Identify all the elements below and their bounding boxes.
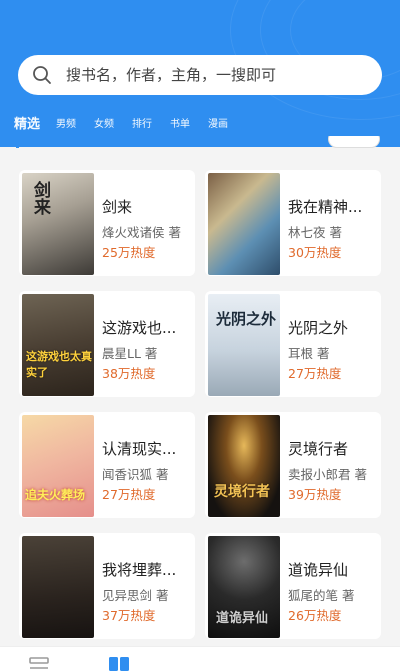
book-heat: 26万热度	[288, 608, 342, 623]
book-title: 道诡异仙	[288, 561, 349, 579]
book-card[interactable]: 道诡异仙 道诡异仙 狐尾的笔 著 26万热度	[205, 533, 381, 639]
cover-title: 灵境行者	[214, 484, 270, 500]
book-author: 见异思剑 著	[102, 588, 169, 603]
book-card[interactable]: 这游戏也太真实了 这游戏也... 晨星LL 著 38万热度	[19, 291, 195, 397]
book-title: 这游戏也...	[102, 319, 177, 337]
cover-title: 光阴之外	[216, 310, 277, 328]
book-title: 认清现实...	[102, 440, 177, 458]
book-card[interactable]: 追夫火葬场 认清现实... 闻香识狐 著 27万热度	[19, 412, 195, 518]
tab-booklist[interactable]: 书单	[170, 115, 190, 130]
more-button[interactable]	[328, 136, 380, 148]
book-heat: 37万热度	[102, 608, 156, 623]
book-card[interactable]: 我在精神... 林七夜 著 30万热度	[205, 170, 381, 276]
cover-title: 这游戏也太真实了	[26, 350, 92, 379]
book-heat: 30万热度	[288, 245, 342, 260]
tab-ranking[interactable]: 排行	[132, 115, 152, 130]
book-heat: 27万热度	[102, 487, 156, 502]
tab-featured[interactable]: 精选	[14, 113, 40, 132]
section-header-clipped	[16, 136, 386, 148]
cover-title: 剑来	[30, 181, 50, 215]
book-author: 狐尾的笔 著	[288, 588, 355, 603]
book-author: 卖报小郎君 著	[288, 467, 367, 482]
book-cover: 这游戏也太真实了	[22, 294, 94, 396]
book-author: 晨星LL 著	[102, 346, 158, 361]
book-title: 剑来	[102, 198, 133, 216]
book-cover: 灵境行者	[208, 415, 280, 517]
book-cover: 光阴之外	[208, 294, 280, 396]
bottom-nav	[0, 646, 400, 671]
book-cover	[208, 173, 280, 275]
cover-title: 道诡异仙	[216, 611, 269, 626]
book-title: 我将埋葬...	[102, 561, 177, 579]
book-title: 灵境行者	[288, 440, 349, 458]
book-heat: 25万热度	[102, 245, 156, 260]
book-store-icon[interactable]	[108, 657, 130, 671]
book-heat: 27万热度	[288, 366, 342, 381]
section-accent-bar	[16, 144, 19, 148]
category-tabs: 精选 男频 女频 排行 书单 漫画	[0, 110, 246, 134]
cover-title: 追夫火葬场	[25, 488, 86, 502]
book-heat: 38万热度	[102, 366, 156, 381]
book-card[interactable]: 光阴之外 光阴之外 耳根 著 27万热度	[205, 291, 381, 397]
search-input[interactable]	[66, 66, 356, 84]
book-author: 林七夜 著	[288, 225, 342, 240]
book-heat: 39万热度	[288, 487, 342, 502]
search-icon	[33, 66, 51, 84]
book-title: 我在精神...	[288, 198, 363, 216]
book-card[interactable]: 剑来 剑来 烽火戏诸侯 著 25万热度	[19, 170, 195, 276]
bookshelf-icon[interactable]	[28, 657, 50, 671]
tab-comics[interactable]: 漫画	[208, 115, 228, 130]
book-cover	[22, 536, 94, 638]
tab-male[interactable]: 男频	[56, 115, 76, 130]
book-cover: 道诡异仙	[208, 536, 280, 638]
book-cover: 剑来	[22, 173, 94, 275]
book-author: 闻香识狐 著	[102, 467, 169, 482]
header: 精选 男频 女频 排行 书单 漫画	[0, 0, 400, 147]
book-card[interactable]: 灵境行者 灵境行者 卖报小郎君 著 39万热度	[205, 412, 381, 518]
book-card[interactable]: 我将埋葬... 见异思剑 著 37万热度	[19, 533, 195, 639]
book-author: 烽火戏诸侯 著	[102, 225, 181, 240]
book-author: 耳根 著	[288, 346, 330, 361]
search-bar[interactable]	[18, 55, 382, 95]
tab-female[interactable]: 女频	[94, 115, 114, 130]
book-cover: 追夫火葬场	[22, 415, 94, 517]
book-title: 光阴之外	[288, 319, 349, 337]
